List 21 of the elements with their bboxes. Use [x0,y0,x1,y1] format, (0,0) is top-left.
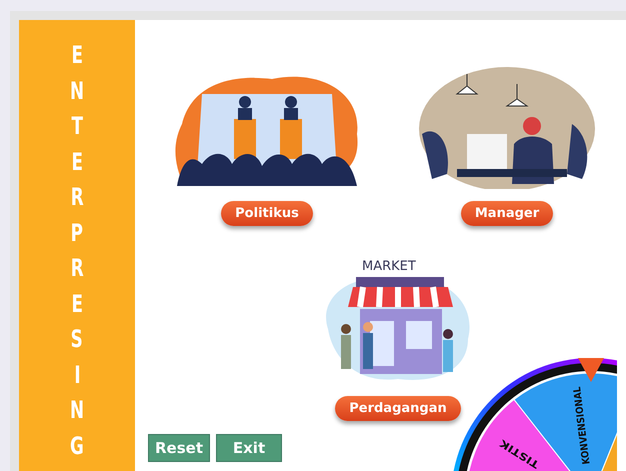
category-button[interactable]: Politikus [221,201,313,226]
sidebar-letter: R [70,254,84,284]
category-button[interactable]: Manager [460,201,554,226]
sidebar-letter: R [70,183,84,212]
reset-button[interactable]: Reset [148,434,210,462]
sidebar-letter: T [71,112,83,142]
wheel-label: KONVENSIONAL [570,375,593,465]
sidebar-letter: E [71,148,83,177]
pointer-icon [578,358,604,382]
exit-button[interactable]: Exit [216,434,282,462]
sidebar-letter: N [70,76,84,106]
sidebar-letter: G [70,432,84,461]
sidebar-letter: S [70,325,84,354]
market-sign-text: MARKET [362,259,416,275]
sidebar-letter: E [71,290,83,319]
category-button[interactable]: Perdagangan [335,396,461,421]
spin-wheel[interactable] [451,358,617,471]
sidebar-letter: E [71,41,83,70]
sidebar-letter: P [70,218,84,248]
sidebar-letter: N [70,396,84,426]
sidebar-letter: I [74,360,80,390]
